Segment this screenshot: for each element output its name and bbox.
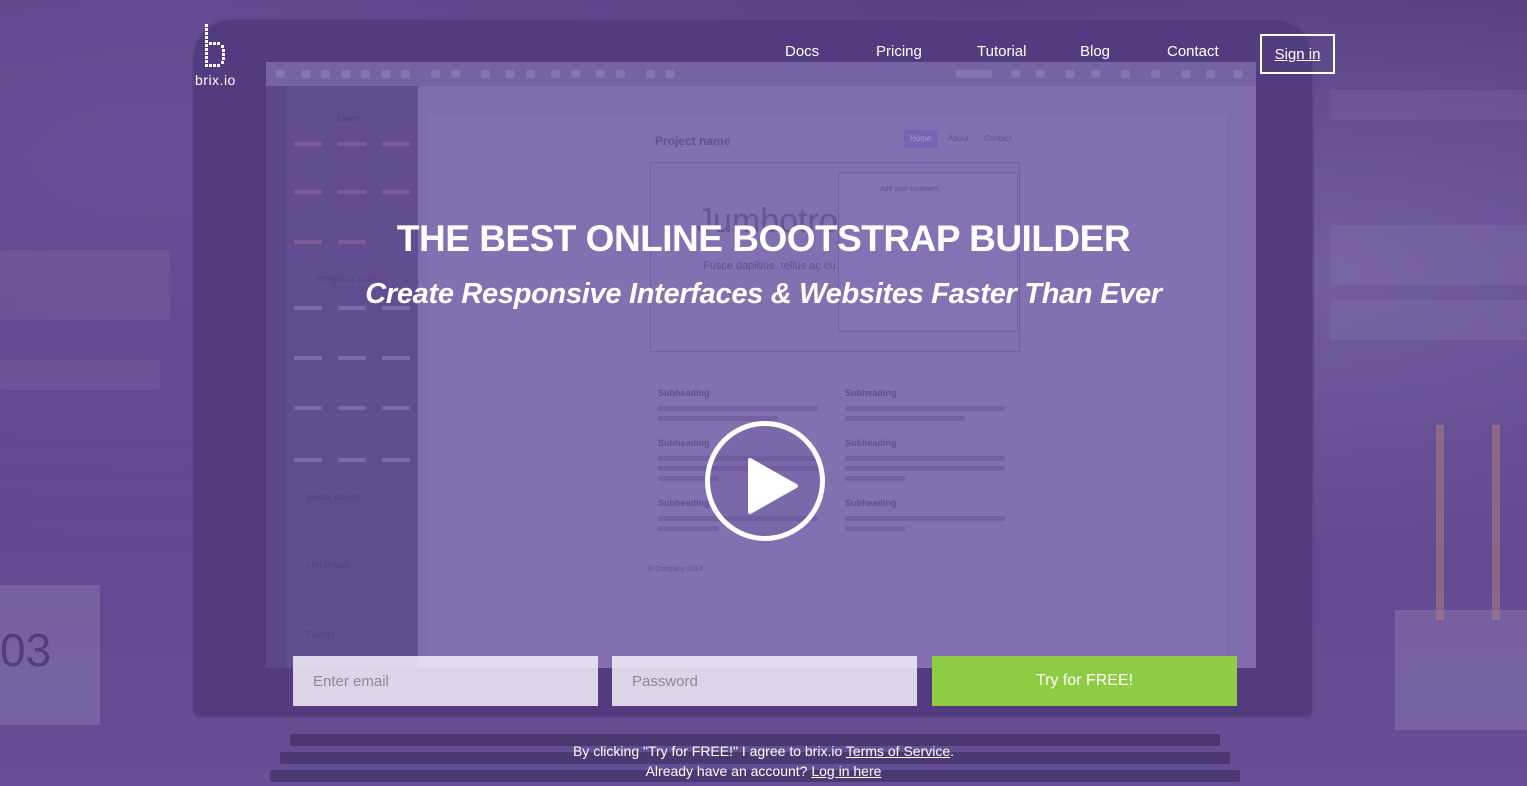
login-notice: Already have an account? Log in here [0, 763, 1527, 779]
play-video-button[interactable] [705, 421, 825, 541]
login-link[interactable]: Log in here [811, 763, 881, 779]
brand-name: brix.io [195, 72, 236, 88]
nav-contact[interactable]: Contact [1167, 43, 1219, 60]
nav-tutorial[interactable]: Tutorial [977, 43, 1026, 60]
brix-b-logo-icon [205, 24, 225, 67]
hero-title: THE BEST ONLINE BOOTSTRAP BUILDER [396, 218, 1131, 259]
nav-docs[interactable]: Docs [785, 43, 819, 60]
login-prefix: Already have an account? [645, 763, 812, 779]
terms-prefix: By clicking "Try for FREE!" I agree to b… [572, 743, 846, 759]
terms-of-service-link[interactable]: Terms of Service [846, 743, 950, 759]
terms-notice: By clicking "Try for FREE!" I agree to b… [0, 743, 1527, 759]
try-for-free-button[interactable]: Try for FREE! [932, 656, 1237, 706]
password-input[interactable] [612, 656, 917, 706]
terms-suffix: . [950, 743, 955, 759]
nav-pricing[interactable]: Pricing [876, 43, 922, 60]
email-input[interactable] [293, 656, 598, 706]
hero-subtitle: Create Responsive Interfaces & Websites … [365, 278, 1162, 310]
play-icon [748, 458, 798, 514]
nav-blog[interactable]: Blog [1080, 43, 1110, 60]
brand-logo[interactable]: brix.io [195, 24, 235, 88]
signin-button[interactable]: Sign in [1260, 34, 1335, 74]
